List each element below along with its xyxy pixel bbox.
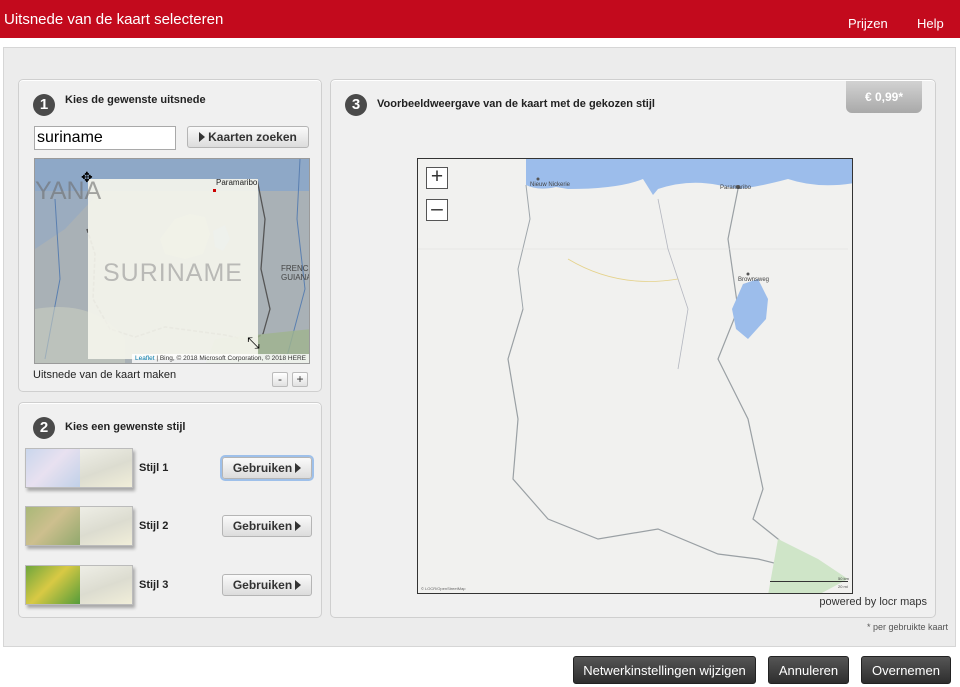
step2-number: 2 [33,417,55,439]
attribution-text: | Bing, © 2018 Microsoft Corporation, © … [154,355,306,362]
price-tag: € 0,99* [846,81,922,113]
page-title: Uitsnede van de kaart selecteren [4,11,224,28]
use-style-2-label: Gebruiken [232,519,293,533]
style-2-thumbnail [25,506,133,546]
use-style-3-button[interactable]: Gebruiken [222,574,312,596]
style-1-label: Stijl 1 [139,462,169,474]
city-marker [213,189,216,192]
play-icon [295,580,302,590]
cancel-button[interactable]: Annuleren [768,656,849,684]
cutout-label: Uitsnede van de kaart maken [33,369,177,381]
french-guiana-label: FRENCH GUIANA [281,264,310,282]
powered-by-text: powered by locr maps [819,596,927,608]
preview-city-brownsweg: Brownsweg [738,277,770,283]
price-footnote: * per gebruikte kaart [866,622,948,632]
country-label: SURINAME [103,259,243,287]
preview-map-graphic [418,159,852,593]
style-2-label: Stijl 2 [139,520,169,532]
scale-bar [770,581,848,582]
style-3-label: Stijl 3 [139,579,169,591]
style-row-3: Stijl 3 Gebruiken [25,565,317,607]
use-style-2-button[interactable]: Gebruiken [222,515,312,537]
step1-number: 1 [33,94,55,116]
resize-icon[interactable]: ⤡ [247,335,260,353]
style-3-thumbnail [25,565,133,605]
map-attribution: Leaflet | Bing, © 2018 Microsoft Corpora… [132,354,309,363]
network-settings-button[interactable]: Netwerkinstellingen wijzigen [573,656,756,684]
nav-help-link[interactable]: Help [917,16,944,31]
search-input[interactable] [34,126,176,150]
selection-map[interactable]: YANA SURINAME FRENCH GUIANA Paramaribo ✥… [34,158,310,364]
preview-city-paramaribo: Paramaribo [720,185,752,191]
use-style-1-label: Gebruiken [232,461,293,475]
use-style-1-button[interactable]: Gebruiken [222,457,312,479]
map-preview[interactable]: + – Nieuw Nickerie Paramaribo Brownsweg … [417,158,853,594]
step1-title: Kies de gewenste uitsnede [65,94,206,106]
step1-panel: 1 Kies de gewenste uitsnede Kaarten zoek… [18,79,322,392]
step2-title: Kies een gewenste stijl [65,421,186,433]
city-label: Paramaribo [216,178,258,187]
map-zoom-out-button[interactable]: - [272,372,288,387]
scale-imperial: 20 mi [838,584,848,589]
preview-zoom-in-button[interactable]: + [426,166,448,189]
nav-prices-link[interactable]: Prijzen [848,16,888,31]
top-header: Uitsnede van de kaart selecteren Prijzen… [0,0,960,38]
play-icon [295,521,302,531]
preview-credit: © LOCR/OpenStreetMap [421,586,466,591]
style-1-thumbnail [25,448,133,488]
step3-number: 3 [345,94,367,116]
preview-zoom-out-button[interactable]: – [426,198,448,221]
preview-city-nieuw-nickerie: Nieuw Nickerie [530,182,571,188]
use-style-3-label: Gebruiken [232,578,293,592]
move-icon[interactable]: ✥ [81,169,93,186]
step2-panel: 2 Kies een gewenste stijl Stijl 1 Gebrui… [18,402,322,618]
search-maps-button[interactable]: Kaarten zoeken [187,126,309,148]
content-frame: 1 Kies de gewenste uitsnede Kaarten zoek… [3,47,956,647]
play-icon [295,463,302,473]
step3-panel: 3 Voorbeeldweergave van de kaart met de … [330,79,936,618]
accept-button[interactable]: Overnemen [861,656,951,684]
style-row-1: Stijl 1 Gebruiken [25,448,317,490]
search-maps-button-label: Kaarten zoeken [208,130,297,144]
style-row-2: Stijl 2 Gebruiken [25,506,317,548]
map-zoom-in-button[interactable]: + [292,372,308,387]
step3-title: Voorbeeldweergave van de kaart met de ge… [377,98,655,110]
play-icon [199,132,206,142]
leaflet-link[interactable]: Leaflet [135,355,155,362]
scale-metric: 50 km [838,576,849,581]
